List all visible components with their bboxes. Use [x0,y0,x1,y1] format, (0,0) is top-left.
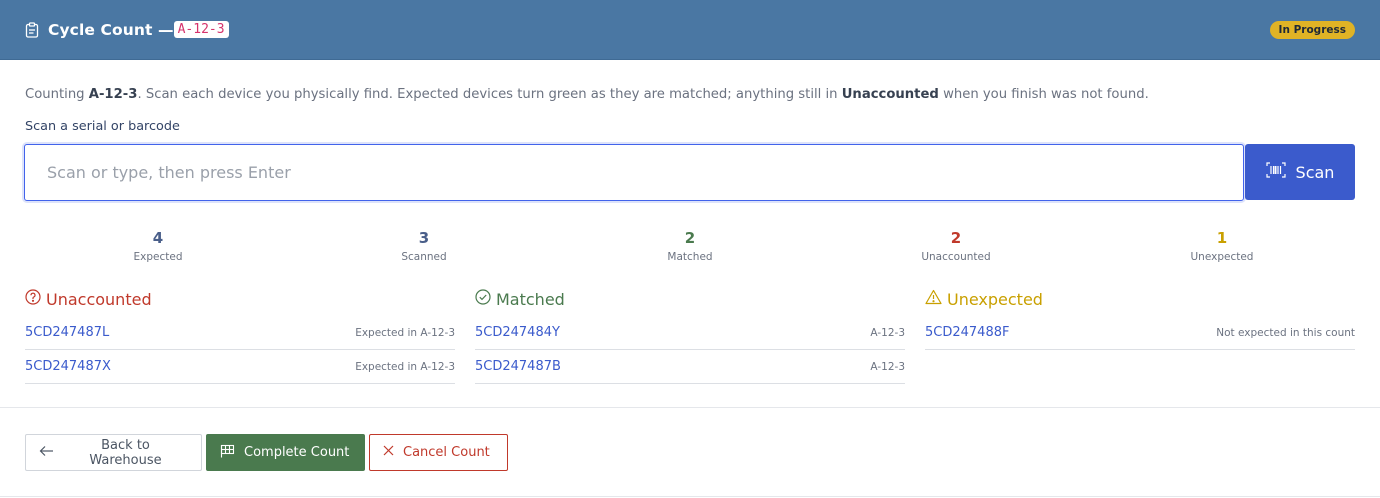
serial-link[interactable]: 5CD247487L [25,325,109,340]
stat-value: 2 [950,229,962,247]
intro-text: Counting [25,87,89,102]
question-circle-icon [25,289,41,309]
stat-unexpected: 1 Unexpected [1089,228,1355,263]
clipboard-icon [25,21,39,38]
location-code: A-12-3 [173,21,229,38]
scan-button[interactable]: Scan [1245,144,1355,200]
scan-button-label: Scan [1295,162,1335,182]
unaccounted-column: Unaccounted 5CD247487L Expected in A-12-… [25,289,455,384]
stat-value: 4 [152,229,164,247]
matched-column: Matched 5CD247484Y A-12-3 5CD247487B A-1… [475,289,905,384]
divider [0,407,1380,408]
item-note: Not expected in this count [1216,326,1355,339]
scan-input[interactable] [24,144,1244,201]
list-item: 5CD247484Y A-12-3 [475,316,905,350]
divider [0,496,1380,497]
unexpected-heading: Unexpected [925,289,1355,309]
stat-label: Scanned [401,251,447,263]
stat-value: 1 [1216,229,1228,247]
item-note: A-12-3 [870,360,905,373]
stat-label: Unaccounted [921,251,991,263]
intro-location: A-12-3 [88,87,138,102]
intro-text: when you finish was not found. [938,87,1149,102]
stat-matched: 2 Matched [557,228,823,263]
item-note: Expected in A-12-3 [355,326,455,339]
unaccounted-heading: Unaccounted [25,289,455,309]
serial-link[interactable]: 5CD247487B [475,359,561,374]
scan-label: Scan a serial or barcode [25,119,180,134]
serial-link[interactable]: 5CD247488F [925,325,1009,340]
serial-link[interactable]: 5CD247487X [25,359,111,374]
count-summary: 4 Expected 3 Scanned 2 Matched 2 Unaccou… [25,228,1355,263]
complete-count-button[interactable]: Complete Count [206,434,365,471]
page-header: Cycle Count — A-12-3 [0,0,1380,60]
stat-expected: 4 Expected [25,228,291,263]
close-icon [383,445,394,460]
arrow-left-icon [39,445,54,461]
stat-scanned: 3 Scanned [291,228,557,263]
matched-title: Matched [496,289,565,309]
page-title: Cycle Count — [48,20,174,39]
intro-keyword: Unaccounted [841,87,939,102]
unexpected-column: Unexpected 5CD247488F Not expected in th… [925,289,1355,350]
check-circle-icon [475,289,491,309]
matched-heading: Matched [475,289,905,309]
stat-value: 3 [418,229,430,247]
stat-unaccounted: 2 Unaccounted [823,228,1089,263]
stat-label: Expected [133,251,183,263]
back-button-label: Back to Warehouse [89,437,162,468]
back-to-warehouse-button[interactable]: Back to Warehouse [25,434,202,471]
list-item: 5CD247487L Expected in A-12-3 [25,316,455,350]
unexpected-title: Unexpected [947,289,1043,309]
status-badge: In Progress [1269,21,1355,39]
warning-triangle-icon [925,289,942,309]
serial-link[interactable]: 5CD247484Y [475,325,560,340]
stat-label: Unexpected [1190,251,1254,263]
instructions-text: Counting A-12-3. Scan each device you ph… [25,87,1149,102]
list-item: 5CD247487B A-12-3 [475,350,905,384]
item-note: A-12-3 [870,326,905,339]
stat-label: Matched [667,251,713,263]
intro-text: . Scan each device you physically find. … [137,87,842,102]
item-note: Expected in A-12-3 [355,360,455,373]
complete-button-label: Complete Count [244,445,350,460]
unaccounted-title: Unaccounted [46,289,152,309]
list-item: 5CD247487X Expected in A-12-3 [25,350,455,384]
cancel-button-label: Cancel Count [403,445,490,460]
barcode-icon [1265,162,1286,182]
stat-value: 2 [684,229,696,247]
list-item: 5CD247488F Not expected in this count [925,316,1355,350]
checkered-flag-icon [220,444,235,462]
cancel-count-button[interactable]: Cancel Count [369,434,508,471]
